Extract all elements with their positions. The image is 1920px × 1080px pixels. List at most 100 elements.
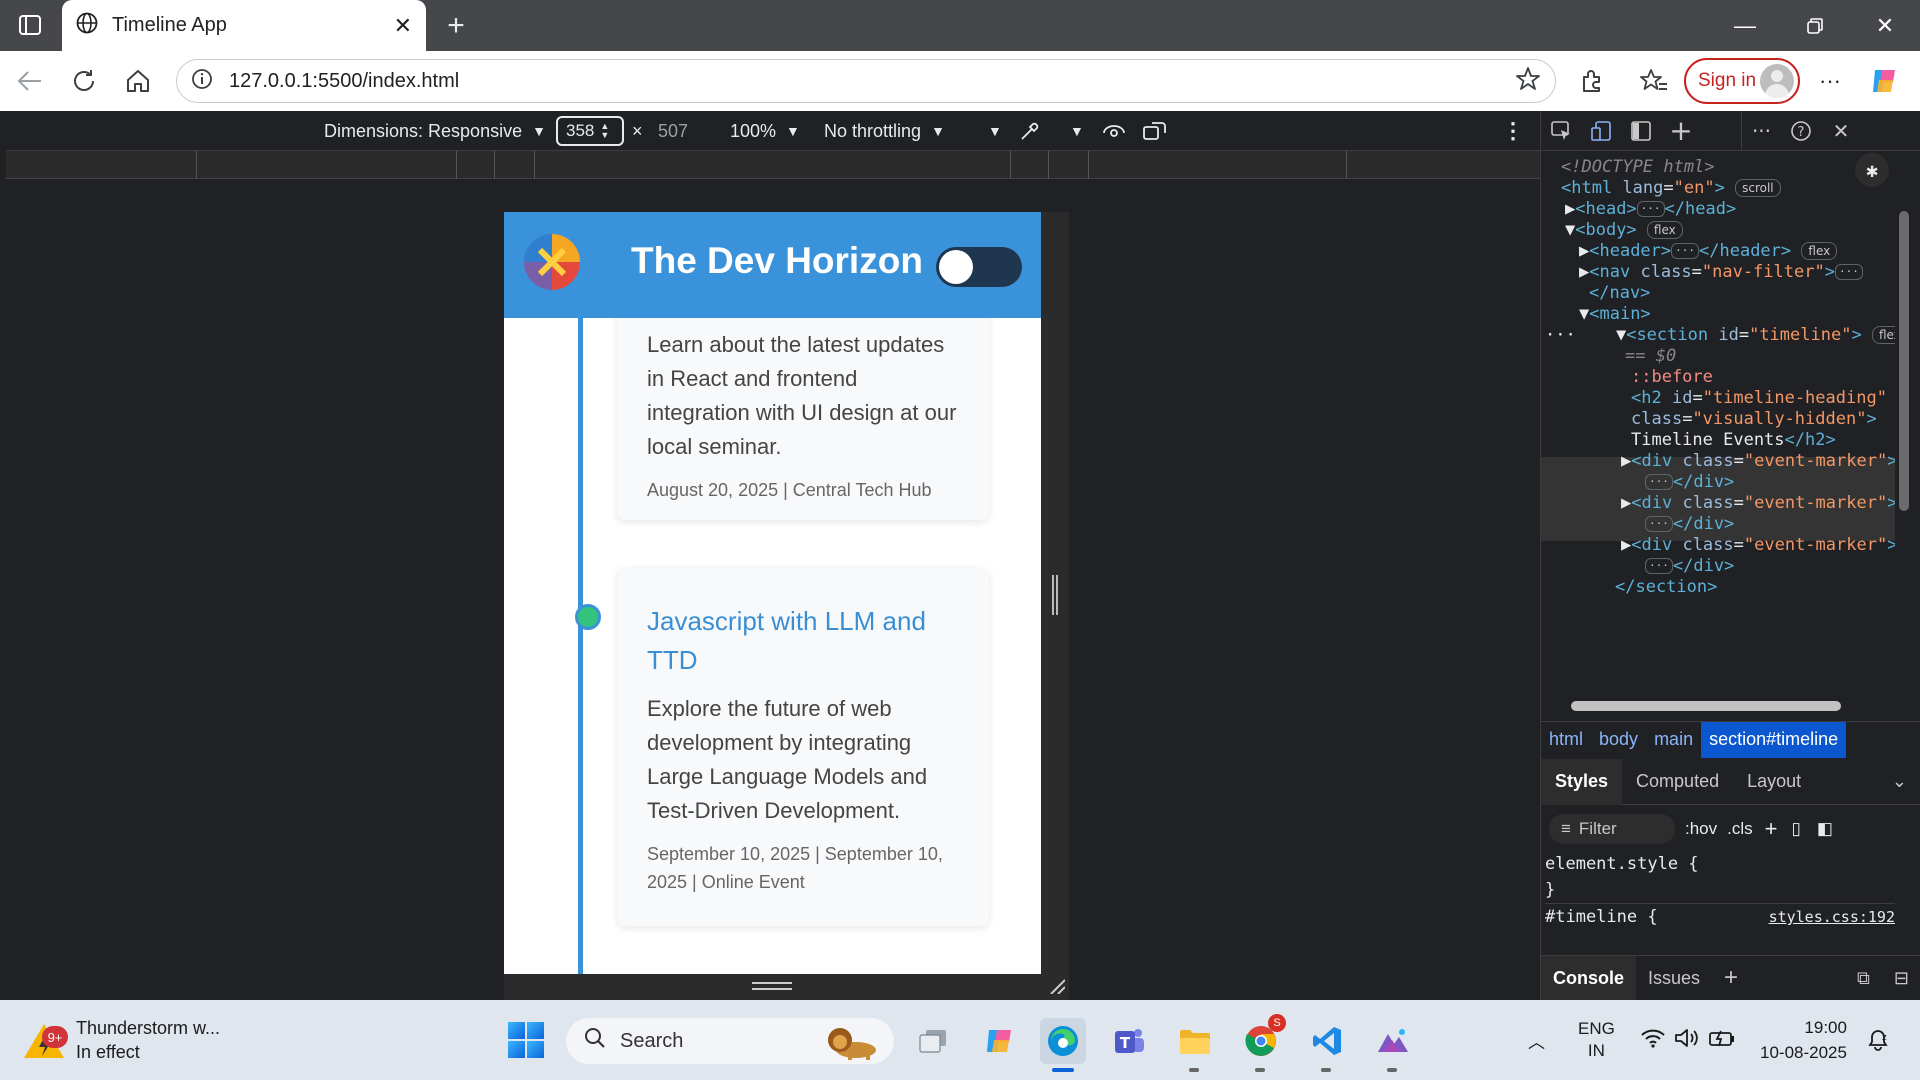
paint-brush-icon[interactable]: ▯ [1792,819,1801,839]
tab-layout[interactable]: Layout [1733,759,1815,805]
browser-tab-active[interactable]: Timeline App ✕ [62,0,426,51]
url-text: 127.0.0.1:5500/index.html [229,69,460,92]
breadcrumb-body[interactable]: body [1591,722,1646,758]
css-rules-pane: element.style { } #timeline { styles.css… [1541,851,1895,947]
globe-icon [76,12,98,39]
close-devtools-icon[interactable]: ✕ [1821,111,1861,151]
hov-toggle[interactable]: :hov [1685,819,1717,839]
favorites-icon[interactable] [1636,63,1672,99]
devtools-more-icon[interactable]: ··· [1741,110,1781,151]
breadcrumb-section[interactable]: section#timeline [1701,721,1847,758]
tab-close-icon[interactable]: ✕ [394,13,412,39]
scroll-badge[interactable]: scroll [1735,179,1781,197]
flex-badge[interactable]: flex [1871,326,1895,344]
event-meta: September 10, 2025 | September 10, 2025 … [647,844,943,892]
side-resize-handle[interactable] [1052,575,1058,615]
notifications-icon[interactable]: z [1866,1000,1890,1080]
copilot-app-icon[interactable] [976,1018,1022,1064]
home-icon[interactable] [120,63,156,99]
system-clock[interactable]: 19:00 10-08-2025 [1760,1000,1847,1080]
svg-text:?: ? [1798,125,1805,140]
rotate-icon[interactable] [1142,111,1168,151]
site-info-icon[interactable] [191,68,213,95]
show-hidden-icons[interactable]: ︿ [1528,1000,1545,1080]
more-menu-icon[interactable]: ··· [1812,63,1848,99]
styles-filter-input[interactable]: ≡ Filter [1549,814,1675,844]
favorite-star-icon[interactable] [1515,66,1541,97]
cls-toggle[interactable]: .cls [1727,819,1753,839]
back-icon[interactable] [12,63,48,99]
inspect-element-icon[interactable] [1541,111,1581,151]
flex-badge[interactable]: flex [1801,242,1838,260]
add-panel-icon[interactable]: + [1661,111,1701,151]
weather-widget[interactable]: 9+ Thunderstorm w... In effect [22,1010,220,1070]
event-title[interactable]: Javascript with LLM and TTD [647,602,959,680]
dom-vertical-scrollbar[interactable] [1899,171,1909,641]
tab-computed[interactable]: Computed [1622,759,1733,805]
element-style-selector[interactable]: element.style { [1545,851,1895,877]
drawer-collapse-icon[interactable]: ⊟ [1882,956,1920,1001]
dom-breadcrumbs: html body main section#timeline [1541,721,1920,758]
width-input[interactable]: 358 ▲ ▼ [556,116,624,146]
save-data-caret-icon[interactable]: ▼ [988,111,1002,151]
tab-actions-icon[interactable] [14,10,46,40]
device-toolbar-more-icon[interactable]: ⋮ [1502,111,1524,151]
tab-styles[interactable]: Styles [1541,758,1623,805]
address-bar[interactable]: 127.0.0.1:5500/index.html [176,59,1556,103]
thunderstorm-warning-icon: 9+ [22,1018,68,1062]
teams-app-icon[interactable]: T [1106,1018,1152,1064]
quick-settings[interactable] [1640,1000,1736,1080]
close-window-icon[interactable]: ✕ [1850,0,1920,51]
new-tab-icon[interactable]: + [438,8,474,44]
dimensions-select[interactable]: Dimensions: Responsive ▼ [324,111,546,151]
file-explorer-icon[interactable] [1172,1018,1218,1072]
breadcrumb-html[interactable]: html [1541,722,1591,758]
devtools-panel: + ··· ? ✕ <!DOCTYPE html> <html lang="en… [1540,110,1920,1001]
media-query-ruler [6,151,1540,179]
tab-issues[interactable]: Issues [1636,956,1712,1001]
photos-app-icon[interactable] [1370,1018,1416,1072]
height-input[interactable]: 507 [658,111,688,151]
chrome-app-icon[interactable]: S [1238,1014,1286,1072]
windows-start-icon[interactable] [508,1022,544,1058]
reload-icon[interactable] [66,63,102,99]
theme-toggle[interactable] [936,247,1022,287]
drawer-dock-icon[interactable]: ⧉ [1845,956,1882,1001]
eyedropper-icon[interactable] [1018,111,1042,151]
zoom-select[interactable]: 100% ▼ [730,111,800,151]
bottom-resize-handle[interactable] [752,982,792,990]
timeline-rule-selector[interactable]: #timeline { [1545,904,1658,930]
dom-horizontal-scrollbar[interactable] [1561,701,1881,713]
new-rule-icon[interactable]: + [1765,816,1778,842]
help-icon[interactable]: ? [1781,111,1821,151]
browser-toolbar: 127.0.0.1:5500/index.html Sign in ··· [0,51,1920,111]
stylesheet-link[interactable]: styles.css:192 [1769,904,1895,930]
dock-side-icon[interactable] [1621,111,1661,151]
taskbar-search[interactable]: Search [566,1018,894,1064]
vscode-app-icon[interactable] [1304,1018,1350,1072]
throttling-select[interactable]: No throttling ▼ [824,111,945,151]
event-card: Javascript with LLM and TTD Explore the … [617,568,989,926]
corner-resize-icon[interactable] [1049,978,1066,995]
tab-title: Timeline App [112,14,227,36]
search-highlight-lion-icon [820,1020,884,1062]
breadcrumb-main[interactable]: main [1646,722,1701,758]
sign-in-button[interactable]: Sign in [1684,58,1800,104]
flex-badge[interactable]: flex [1646,221,1683,239]
add-drawer-tab-icon[interactable]: + [1712,956,1750,1001]
minimize-icon[interactable]: — [1710,0,1780,51]
dom-section-selected[interactable]: ··· ▼<section id="timeline"> flex [1545,323,1895,348]
task-view-icon[interactable] [910,1018,956,1064]
extensions-icon[interactable] [1574,63,1610,99]
edge-app-icon[interactable] [1040,1018,1086,1072]
input-language-indicator[interactable]: ENG IN [1578,1000,1615,1080]
more-caret-icon[interactable]: ▼ [1070,111,1084,151]
tab-console[interactable]: Console [1541,955,1637,1001]
restore-icon[interactable] [1780,0,1850,51]
sidebar-toggle-icon[interactable]: ◧ [1817,819,1833,839]
chevron-down-icon[interactable]: ⌄ [1878,759,1920,805]
device-toggle-icon[interactable] [1581,111,1621,151]
accessibility-tree-icon[interactable]: ✱ [1855,153,1889,187]
vision-deficiency-icon[interactable] [1102,111,1126,151]
copilot-icon[interactable] [1866,63,1902,99]
